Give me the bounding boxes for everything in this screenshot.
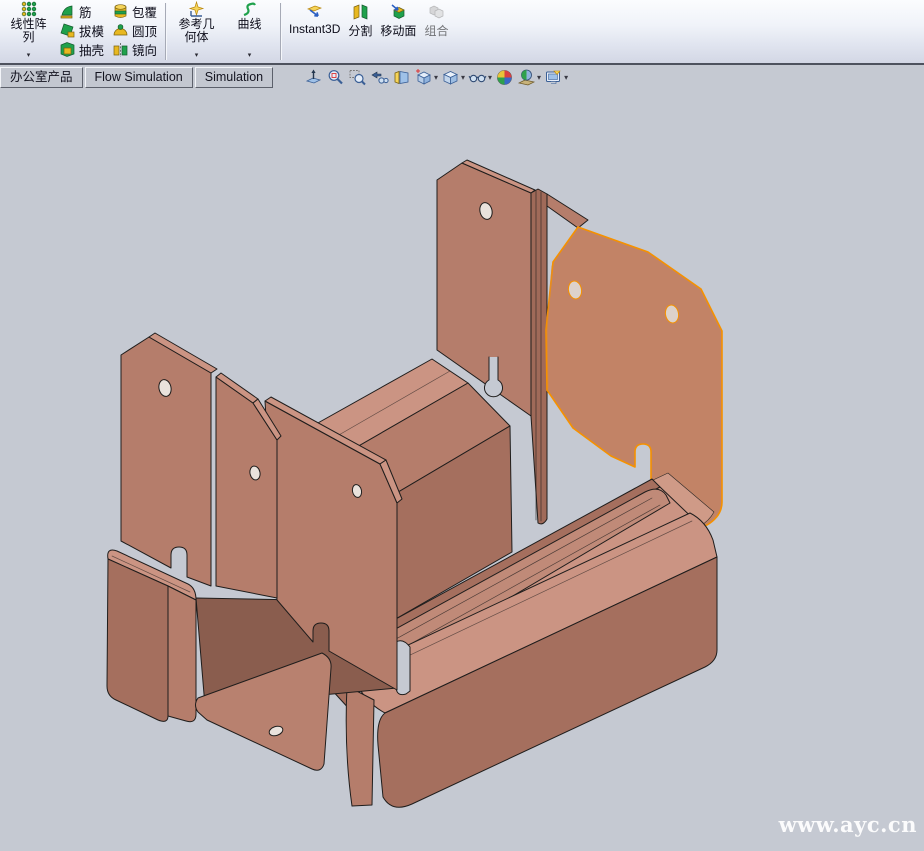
- rib-icon: [59, 3, 76, 20]
- dropdown-caret-icon[interactable]: ▾: [434, 73, 438, 82]
- curves-icon: [241, 1, 258, 18]
- move-face-icon: [390, 3, 407, 20]
- mirror-label: 镜向: [132, 40, 157, 59]
- section-view-button[interactable]: [391, 68, 412, 87]
- hide-show-items-icon: [468, 68, 487, 87]
- left-box-front-face[interactable]: [107, 559, 168, 721]
- display-style-button[interactable]: ▾: [440, 68, 466, 87]
- draft-icon: [59, 22, 76, 39]
- tab-simulation[interactable]: Simulation: [195, 67, 273, 88]
- tab-notch[interactable]: [396, 641, 410, 695]
- previous-view-icon: [370, 68, 389, 87]
- move-face-label: 移动面: [380, 22, 416, 39]
- linear-pattern-label: 线性阵列: [7, 18, 51, 44]
- dropdown-caret-icon[interactable]: ▾: [564, 73, 568, 82]
- reference-geometry-button[interactable]: 参考几何体 ▾: [170, 0, 223, 63]
- view-settings-icon: [544, 68, 563, 87]
- watermark: www.ayc.cn: [779, 812, 917, 837]
- curves-label: 曲线: [228, 18, 272, 31]
- linear-pattern-icon: [20, 1, 37, 18]
- shell-icon: [59, 41, 76, 58]
- toolbar-separator: [280, 3, 281, 60]
- feature-column-2: 包覆 圆顶 镜向: [108, 0, 161, 63]
- draft-label: 拔模: [79, 21, 104, 40]
- left-flange-face[interactable]: [121, 337, 211, 586]
- zoom-to-fit-button[interactable]: [325, 68, 346, 87]
- rib-button[interactable]: 筋: [55, 2, 108, 21]
- feature-toolbar: 线性阵列 ▾ 筋 拔模: [0, 0, 924, 65]
- zoom-to-fit-icon: [326, 68, 345, 87]
- dropdown-caret-icon[interactable]: ▾: [488, 73, 492, 82]
- move-face-button[interactable]: 移动面: [376, 0, 420, 63]
- normal-to-button[interactable]: [303, 68, 324, 87]
- zoom-to-area-icon: [348, 68, 367, 87]
- dome-label: 圆顶: [132, 21, 157, 40]
- view-settings-button[interactable]: ▾: [543, 68, 569, 87]
- edit-appearance-button[interactable]: [494, 68, 515, 87]
- shell-label: 抽壳: [79, 40, 104, 59]
- combine-label: 组合: [424, 22, 448, 39]
- instant3d-icon: [306, 3, 323, 20]
- left-box-right-face[interactable]: [168, 586, 196, 722]
- flyout-caret-icon[interactable]: ▾: [195, 52, 199, 63]
- tab-office-products[interactable]: 办公室产品: [0, 67, 83, 88]
- normal-to-icon: [304, 68, 323, 87]
- combine-button: 组合: [420, 0, 452, 63]
- instant3d-label: Instant3D: [289, 22, 340, 36]
- mirror-button[interactable]: 镜向: [108, 40, 161, 59]
- dome-icon: [112, 22, 129, 39]
- previous-view-button[interactable]: [369, 68, 390, 87]
- dropdown-caret-icon[interactable]: ▾: [537, 73, 541, 82]
- draft-button[interactable]: 拔模: [55, 21, 108, 40]
- dropdown-caret-icon[interactable]: ▾: [461, 73, 465, 82]
- command-tab-band: 办公室产品 Flow Simulation Simulation: [0, 67, 924, 89]
- reference-geometry-icon: [188, 1, 205, 18]
- linear-pattern-button[interactable]: 线性阵列 ▾: [2, 0, 55, 63]
- graphics-viewport[interactable]: [0, 0, 924, 851]
- wrap-label: 包覆: [132, 2, 157, 21]
- combine-icon: [428, 3, 445, 20]
- heads-up-view-toolbar: ▾ ▾ ▾: [303, 68, 569, 87]
- instant3d-button[interactable]: Instant3D: [285, 0, 344, 63]
- split-icon: [352, 3, 369, 20]
- flyout-caret-icon[interactable]: ▾: [27, 52, 31, 63]
- apply-scene-button[interactable]: ▾: [516, 68, 542, 87]
- edit-appearance-icon: [495, 68, 514, 87]
- flyout-caret-icon[interactable]: ▾: [248, 52, 252, 63]
- split-button[interactable]: 分割: [344, 0, 376, 63]
- mirror-icon: [112, 41, 129, 58]
- tab-flow-simulation[interactable]: Flow Simulation: [85, 67, 193, 88]
- split-label: 分割: [348, 22, 372, 39]
- curves-button[interactable]: 曲线 ▾: [223, 0, 276, 63]
- hide-show-items-button[interactable]: ▾: [467, 68, 493, 87]
- solidworks-window: www.ayc.cn 线性阵列 ▾ 筋: [0, 0, 924, 851]
- command-manager-tabs: 办公室产品 Flow Simulation Simulation: [0, 67, 275, 88]
- zoom-to-area-button[interactable]: [347, 68, 368, 87]
- dome-button[interactable]: 圆顶: [108, 21, 161, 40]
- shell-button[interactable]: 抽壳: [55, 40, 108, 59]
- feature-column-1: 筋 拔模 抽壳: [55, 0, 108, 63]
- wrap-icon: [112, 3, 129, 20]
- toolbar-separator: [165, 3, 166, 60]
- rib-label: 筋: [79, 2, 92, 21]
- right-box-left-face[interactable]: [346, 686, 374, 806]
- reference-geometry-label: 参考几何体: [175, 18, 219, 44]
- wrap-button[interactable]: 包覆: [108, 2, 161, 21]
- view-orientation-button[interactable]: ▾: [413, 68, 439, 87]
- display-style-icon: [441, 68, 460, 87]
- view-orientation-icon: [414, 68, 433, 87]
- section-view-icon: [392, 68, 411, 87]
- apply-scene-icon: [517, 68, 536, 87]
